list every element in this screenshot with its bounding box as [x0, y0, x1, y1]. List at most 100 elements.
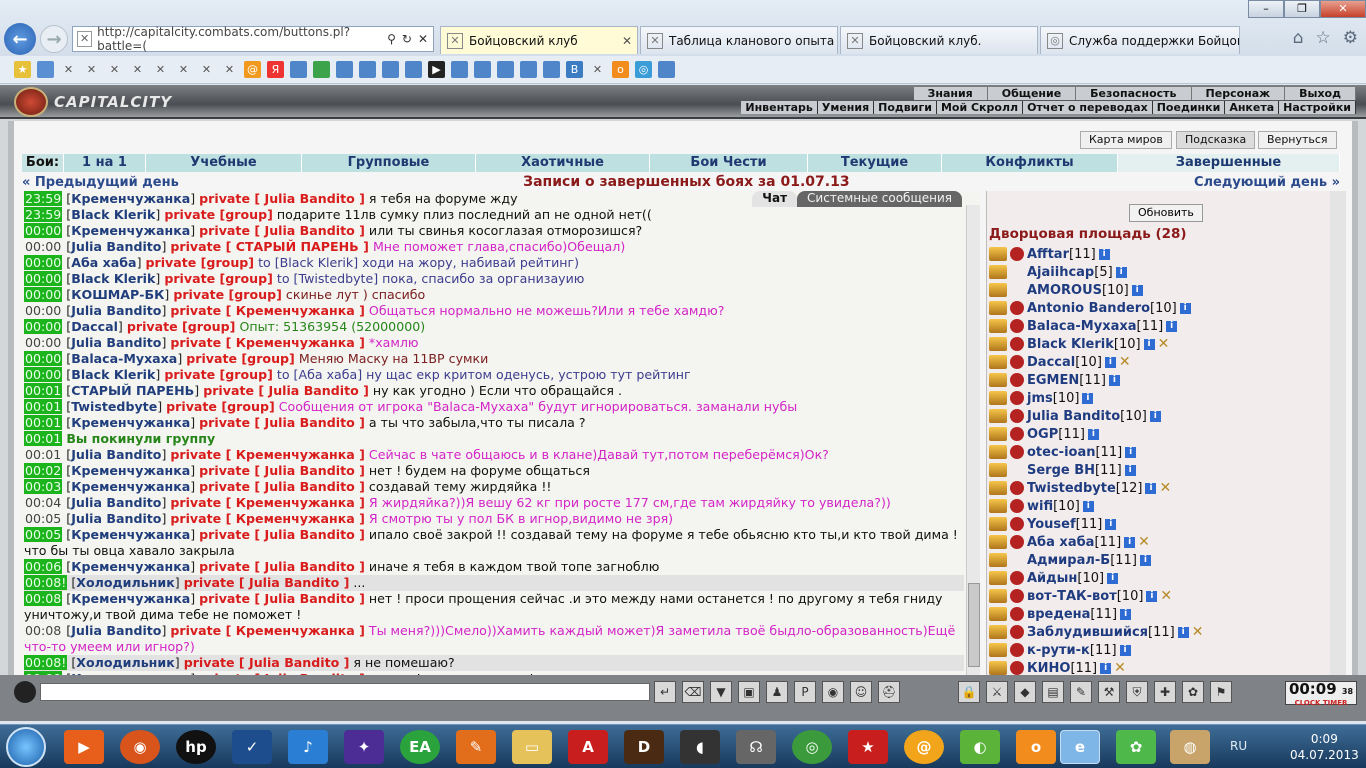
info-icon[interactable]: i — [1082, 392, 1094, 404]
map-icon[interactable]: ✿ — [1182, 681, 1204, 703]
tab-clan-exp[interactable]: ✕ Таблица кланового опыта — [640, 26, 838, 54]
private-message-icon[interactable] — [989, 625, 1007, 639]
message-time[interactable]: 00:00 — [24, 367, 63, 382]
send-icon[interactable]: ↵ — [654, 681, 676, 703]
clan-emblem-icon[interactable] — [1010, 337, 1024, 351]
message-author[interactable]: Black Klerik — [71, 367, 155, 382]
tab-training[interactable]: Учебные — [146, 154, 302, 172]
user-label[interactable]: Yousef[11] — [1027, 517, 1102, 532]
submenu-skills[interactable]: Умения — [818, 101, 875, 114]
user-row[interactable]: wifi[10] i — [989, 497, 1329, 515]
combats-icon[interactable]: ✕ — [152, 61, 169, 78]
private-message-icon[interactable] — [989, 427, 1007, 441]
message-author[interactable]: Black Klerik — [71, 271, 155, 286]
private-message-icon[interactable] — [989, 643, 1007, 657]
clan-emblem-icon[interactable] — [1010, 589, 1024, 603]
clan-emblem-icon[interactable] — [1010, 571, 1024, 585]
user-label[interactable]: Ajaiihcap[5] — [1027, 265, 1113, 280]
favorites-star-icon[interactable]: ☆ — [1316, 28, 1331, 48]
message-time[interactable]: 00:00 — [24, 335, 62, 350]
message-author[interactable]: Julia Bandito — [71, 239, 161, 254]
message-private-target[interactable]: private [ Julia Bandito ] — [199, 591, 365, 606]
message-author[interactable]: Кременчужанка — [71, 479, 190, 494]
message-time[interactable]: 00:05 — [24, 511, 62, 526]
combats-icon[interactable]: ✕ — [589, 61, 606, 78]
diablo-icon[interactable]: D — [624, 730, 664, 764]
globe-icon[interactable]: ◎ — [635, 61, 652, 78]
private-message-icon[interactable] — [989, 409, 1007, 423]
user-row[interactable]: Аба хаба[11] i ✕ — [989, 533, 1329, 551]
user-name[interactable]: jms — [1027, 391, 1053, 406]
message-time[interactable]: 23:59 — [24, 207, 63, 222]
clan-emblem-icon[interactable] — [1010, 481, 1024, 495]
chrome-icon[interactable]: ◎ — [792, 730, 832, 764]
private-message-icon[interactable] — [989, 373, 1007, 387]
gift-icon[interactable]: ✚ — [1154, 681, 1176, 703]
user-row[interactable]: Адмирал-Б[11] i — [989, 551, 1329, 569]
message-private-target[interactable]: private [ Julia Bandito ] — [199, 559, 365, 574]
message-time[interactable]: 23:59 — [24, 191, 63, 206]
message-private-target[interactable]: private [ Julia Bandito ] — [199, 479, 365, 494]
chat-mode-icon[interactable] — [14, 681, 36, 703]
start-button[interactable] — [6, 727, 46, 767]
message-private-target[interactable]: private [ Julia Bandito ] — [184, 575, 350, 590]
user-row[interactable]: Заблудившийся[11] i ✕ — [989, 623, 1329, 641]
private-message-icon[interactable] — [989, 589, 1007, 603]
private-message-icon[interactable] — [989, 535, 1007, 549]
tab-chaotic[interactable]: Хаотичные — [476, 154, 650, 172]
menu-knowledge[interactable]: Знания — [913, 87, 988, 100]
user-name[interactable]: Balaca-Мухаха — [1027, 319, 1137, 334]
back-button[interactable]: ← — [4, 23, 36, 55]
odnoklassniki-icon[interactable]: о — [612, 61, 629, 78]
room-scrollbar[interactable] — [1330, 191, 1346, 685]
user-row[interactable]: Afftar[11] i — [989, 245, 1329, 263]
submenu-duels[interactable]: Поединки — [1153, 101, 1226, 114]
message-time[interactable]: 00:08! — [24, 655, 68, 670]
message-author[interactable]: Julia Bandito — [71, 511, 161, 526]
lock-icon[interactable]: 🔒 — [958, 681, 980, 703]
tab-system-messages[interactable]: Системные сообщения — [797, 191, 962, 207]
link-icon[interactable] — [313, 61, 330, 78]
message-time[interactable]: 00:08 — [24, 591, 63, 606]
info-icon[interactable]: i — [1139, 554, 1151, 566]
folder-icon[interactable]: ▭ — [512, 730, 552, 764]
user-row[interactable]: Balaca-Мухаха[11] i — [989, 317, 1329, 335]
sword-icon[interactable]: ⚔ — [986, 681, 1008, 703]
message-author[interactable]: Twistedbyte — [71, 399, 157, 414]
user-name[interactable]: Julia Bandito — [1027, 409, 1120, 424]
user-row[interactable]: вот-ТАК-вот[10] i ✕ — [989, 587, 1329, 605]
user-label[interactable]: Balaca-Мухаха[11] — [1027, 319, 1163, 334]
world-map-button[interactable]: Карта миров — [1080, 131, 1172, 149]
scroll-icon[interactable]: ✎ — [1070, 681, 1092, 703]
user-name[interactable]: к-рути-к — [1027, 643, 1090, 658]
maximize-button[interactable]: ❐ — [1284, 0, 1320, 18]
message-private-target[interactable]: private [ Julia Bandito ] — [199, 415, 365, 430]
info-icon[interactable]: i — [1082, 500, 1094, 512]
info-icon[interactable]: i — [1098, 248, 1110, 260]
user-name[interactable]: Заблудившийся — [1027, 625, 1148, 640]
submenu-scroll[interactable]: Мой Скролл — [937, 101, 1024, 114]
user-name[interactable]: Ajaiihcap — [1027, 265, 1094, 280]
info-icon[interactable]: i — [1143, 338, 1155, 350]
message-author[interactable]: Julia Bandito — [71, 335, 161, 350]
home-icon[interactable]: ⌂ — [1293, 28, 1304, 48]
info-icon[interactable]: i — [1145, 482, 1157, 494]
combats-icon[interactable]: ✕ — [60, 61, 77, 78]
user-name[interactable]: EGMEN — [1027, 373, 1079, 388]
clan-emblem-icon[interactable] — [1010, 247, 1024, 261]
submenu-feats[interactable]: Подвиги — [874, 101, 937, 114]
private-message-icon[interactable] — [989, 481, 1007, 495]
message-private-target[interactable]: private [ Julia Bandito ] — [199, 527, 365, 542]
user-label[interactable]: Julia Bandito[10] — [1027, 409, 1147, 424]
link-icon[interactable] — [497, 61, 514, 78]
user-row[interactable]: OGP[11] i — [989, 425, 1329, 443]
user-label[interactable]: Daccal[10] — [1027, 355, 1102, 370]
pdf-icon[interactable]: A — [568, 730, 608, 764]
combats-icon[interactable]: ✕ — [198, 61, 215, 78]
message-private-target[interactable]: private [ Кременчужанка ] — [170, 623, 365, 638]
ie-icon[interactable]: e — [1060, 730, 1100, 764]
message-private-target[interactable]: private [group] — [164, 367, 273, 382]
private-message-icon[interactable] — [989, 301, 1007, 315]
user-label[interactable]: Twistedbyte[12] — [1027, 481, 1142, 496]
user-label[interactable]: Айдын[10] — [1027, 571, 1104, 586]
